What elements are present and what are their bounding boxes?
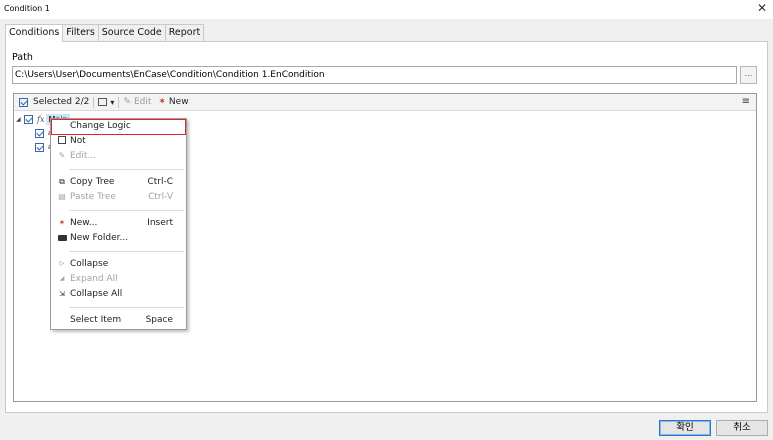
pencil-icon: ✎ <box>123 97 131 107</box>
shortcut-label: Insert <box>147 218 173 228</box>
tab-source-code[interactable]: Source Code <box>97 24 166 41</box>
copy-icon: ⧉ <box>59 177 65 186</box>
menu-item-change-logic[interactable]: Change Logic <box>51 119 186 135</box>
close-icon[interactable]: ✕ <box>757 1 767 15</box>
cancel-button[interactable]: 취소 <box>716 420 768 436</box>
menu-item-label: Collapse All <box>70 289 123 299</box>
toolbar-divider <box>93 96 95 108</box>
new-label: New <box>168 97 189 107</box>
menu-divider <box>69 210 184 211</box>
paste-icon: ▤ <box>58 192 66 201</box>
path-input[interactable]: C:\Users\User\Documents\EnCase\Condition… <box>12 66 737 84</box>
menu-item-copy-tree[interactable]: ⧉ Copy Tree Ctrl-C <box>52 176 185 190</box>
menu-item-new[interactable]: ✶ New... Insert <box>52 217 185 231</box>
new-item-icon: ✶ <box>58 218 66 227</box>
ok-button[interactable]: 확인 <box>659 420 711 436</box>
tab-strip: Conditions Filters Source Code Report <box>5 24 205 42</box>
menu-icon[interactable]: ≡ <box>742 96 750 107</box>
menu-divider <box>69 169 184 170</box>
pencil-icon: ✎ <box>58 151 66 160</box>
grid-icon <box>98 98 108 106</box>
tree-toolbar: Selected 2/2 ▾ ✎ Edit ✶ New ≡ <box>14 94 756 111</box>
menu-item-expand-all[interactable]: ◢ Expand All <box>52 273 185 287</box>
menu-divider <box>69 251 184 252</box>
menu-item-label: New... <box>70 218 98 228</box>
menu-item-label: Expand All <box>70 274 118 284</box>
shortcut-label: Ctrl-C <box>147 177 173 187</box>
menu-item-not[interactable]: Not <box>52 135 185 149</box>
toolbar-divider <box>118 96 120 108</box>
shortcut-label: Space <box>145 315 173 325</box>
menu-item-select-item[interactable]: Select Item Space <box>52 314 185 328</box>
collapse-all-icon: ⇲ <box>59 290 65 298</box>
checkbox-icon <box>57 136 67 146</box>
window-title: Condition 1 <box>4 4 50 13</box>
menu-divider <box>69 307 184 308</box>
new-item-icon: ✶ <box>158 97 166 107</box>
chevron-right-icon: ▷ <box>59 260 65 267</box>
expand-icon: ◢ <box>59 275 65 282</box>
menu-item-collapse[interactable]: ▷ Collapse <box>52 258 185 272</box>
function-icon: fx <box>37 114 45 124</box>
folder-icon <box>57 233 67 243</box>
menu-item-paste-tree[interactable]: ▤ Paste Tree Ctrl-V <box>52 191 185 205</box>
checkbox-icon[interactable] <box>24 114 33 124</box>
path-label: Path <box>12 52 33 63</box>
checkbox-icon[interactable] <box>35 128 44 138</box>
collapse-arrow-icon[interactable]: ◢ <box>16 116 24 123</box>
menu-item-label: Collapse <box>70 259 109 269</box>
view-dropdown-button[interactable]: ▾ <box>98 94 114 111</box>
chevron-down-icon: ▾ <box>110 97 115 107</box>
tab-filters[interactable]: Filters <box>62 24 99 41</box>
menu-item-label: Change Logic <box>70 121 131 131</box>
menu-item-label: Not <box>70 136 86 146</box>
menu-item-label: Select Item <box>70 315 122 325</box>
edit-button[interactable]: ✎ Edit <box>123 94 151 111</box>
selected-toggle[interactable]: Selected 2/2 <box>19 94 89 111</box>
shortcut-label: Ctrl-V <box>148 192 173 202</box>
menu-item-label: Copy Tree <box>70 177 115 187</box>
new-button[interactable]: ✶ New <box>158 94 188 111</box>
menu-item-label: Paste Tree <box>70 192 116 202</box>
context-menu: Change Logic Not ✎ Edit... ⧉ Copy Tree C… <box>50 118 187 330</box>
edit-label: Edit <box>133 97 152 107</box>
checkbox-icon <box>19 97 28 107</box>
checkbox-icon[interactable] <box>35 142 44 152</box>
menu-item-label: Edit... <box>70 151 97 161</box>
menu-item-new-folder[interactable]: New Folder... <box>52 232 185 246</box>
menu-item-label: New Folder... <box>70 233 129 243</box>
selected-count: Selected 2/2 <box>33 97 90 107</box>
tab-report[interactable]: Report <box>164 24 205 41</box>
browse-button[interactable]: ... <box>740 66 757 84</box>
menu-item-edit[interactable]: ✎ Edit... <box>52 150 185 164</box>
menu-item-collapse-all[interactable]: ⇲ Collapse All <box>52 288 185 302</box>
title-bar: Condition 1 ✕ <box>0 0 773 19</box>
tab-conditions[interactable]: Conditions <box>5 24 64 42</box>
